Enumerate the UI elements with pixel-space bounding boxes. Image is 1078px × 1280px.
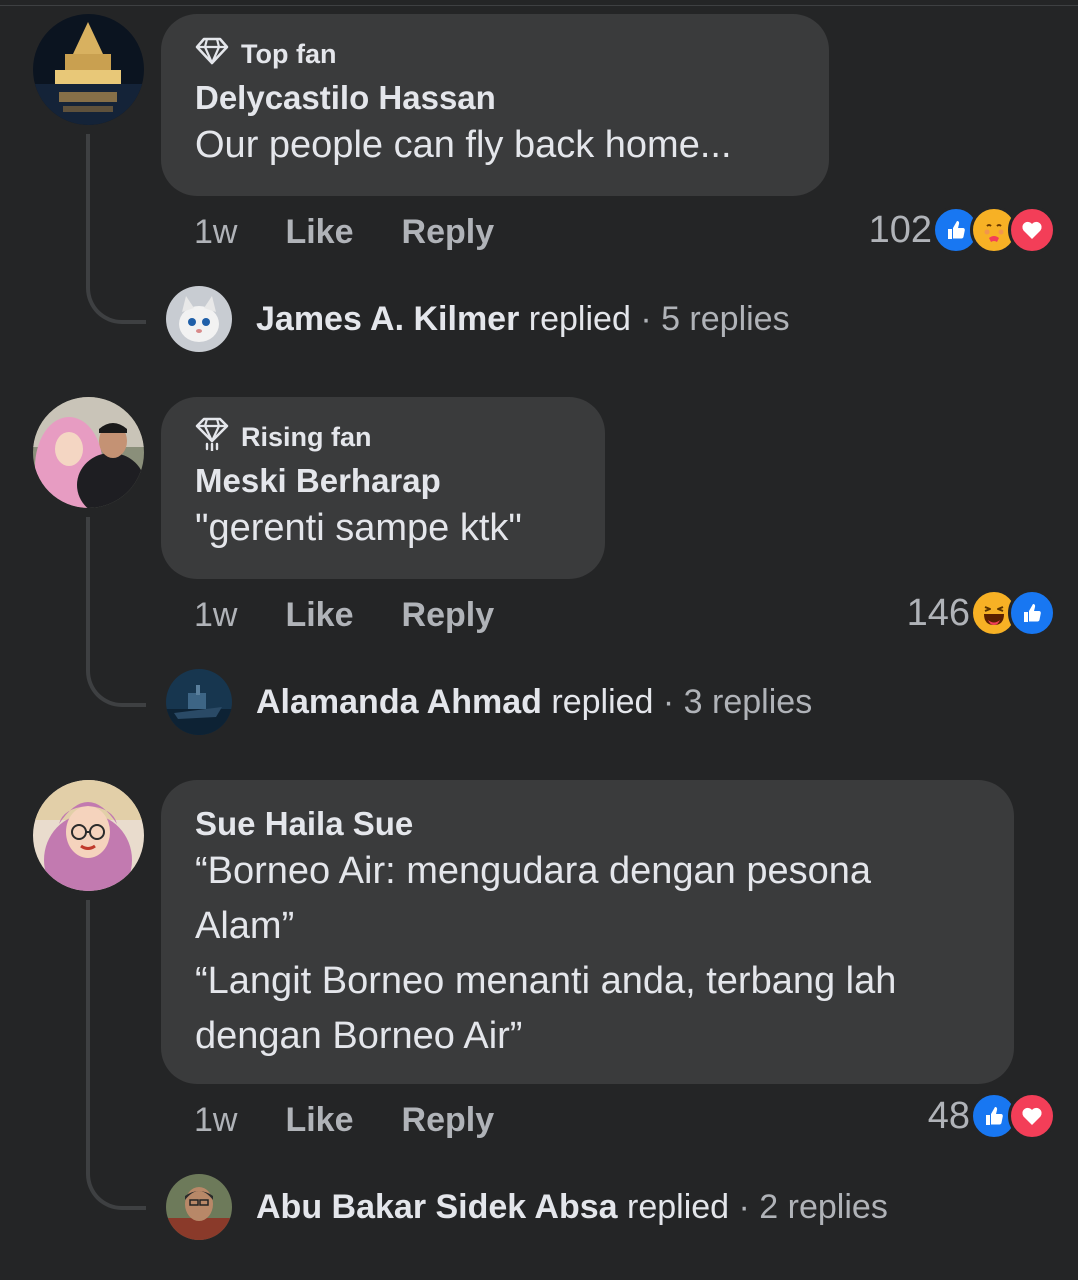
reply-button[interactable]: Reply	[402, 213, 495, 252]
reaction-count: 48	[927, 1094, 970, 1137]
comment-text: Our people can fly back home...	[195, 124, 732, 166]
top-fan-badge: Top fan	[195, 37, 796, 72]
reaction-count: 102	[868, 208, 932, 251]
reply-button[interactable]: Reply	[402, 596, 495, 635]
avatar[interactable]	[33, 397, 144, 508]
reactions-summary[interactable]: 48	[928, 1092, 1056, 1140]
comment-bubble[interactable]: Sue Haila Sue “Borneo Air: mengudara den…	[161, 780, 1014, 1084]
replied-label: replied	[627, 1187, 730, 1226]
reply-summary: Abu Bakar Sidek Absa replied · 2 replies	[256, 1188, 888, 1227]
reply-count[interactable]: · 5 replies	[640, 300, 789, 338]
reply-count[interactable]: · 2 replies	[739, 1188, 888, 1226]
thread-line	[86, 134, 146, 324]
reply-author[interactable]: James A. Kilmer	[256, 300, 519, 338]
comment-author[interactable]: Sue Haila Sue	[195, 804, 981, 844]
reactions-summary[interactable]: 146	[907, 589, 1056, 637]
comment-bubble[interactable]: Rising fan Meski Berharap "gerenti sampe…	[161, 397, 605, 579]
view-replies[interactable]: James A. Kilmer replied · 5 replies	[166, 286, 790, 352]
replied-label: replied	[551, 682, 654, 721]
reply-summary: Alamanda Ahmad replied · 3 replies	[256, 683, 812, 722]
comment-author[interactable]: Meski Berharap	[195, 461, 572, 501]
comment-text: "gerenti sampe ktk"	[195, 507, 522, 549]
reply-author[interactable]: Alamanda Ahmad	[256, 683, 542, 721]
comment-actions: 1w Like Reply	[194, 593, 542, 637]
love-reaction-icon	[1008, 1092, 1056, 1140]
love-reaction-icon	[1008, 206, 1056, 254]
comment-author[interactable]: Delycastilo Hassan	[195, 78, 796, 118]
view-replies[interactable]: Abu Bakar Sidek Absa replied · 2 replies	[166, 1174, 888, 1240]
reply-avatar	[166, 1174, 232, 1240]
thread-line	[86, 900, 146, 1210]
reply-count[interactable]: · 3 replies	[663, 683, 812, 721]
reply-avatar	[166, 669, 232, 735]
comment-text-line: “Borneo Air: mengudara dengan pesona	[195, 850, 872, 892]
like-reaction-icon	[1008, 589, 1056, 637]
reply-avatar	[166, 286, 232, 352]
reply-author[interactable]: Abu Bakar Sidek Absa	[256, 1188, 618, 1226]
comment-time[interactable]: 1w	[194, 213, 237, 252]
rising-diamond-icon	[195, 417, 241, 458]
badge-label: Rising fan	[241, 421, 372, 452]
reply-button[interactable]: Reply	[402, 1101, 495, 1140]
comment-text-line: “Langit Borneo menanti anda, terbang lah	[195, 960, 897, 1002]
thread-line	[86, 517, 146, 707]
reactions-summary[interactable]: 102	[869, 206, 1056, 254]
top-divider	[0, 5, 1078, 6]
diamond-icon	[195, 37, 241, 72]
view-replies[interactable]: Alamanda Ahmad replied · 3 replies	[166, 669, 812, 735]
like-button[interactable]: Like	[285, 1101, 353, 1140]
like-button[interactable]: Like	[285, 213, 353, 252]
avatar[interactable]	[33, 780, 144, 891]
comment-time[interactable]: 1w	[194, 1101, 237, 1140]
badge-label: Top fan	[241, 38, 337, 69]
reply-summary: James A. Kilmer replied · 5 replies	[256, 300, 790, 339]
comment-bubble[interactable]: Top fan Delycastilo Hassan Our people ca…	[161, 14, 829, 196]
rising-fan-badge: Rising fan	[195, 417, 572, 453]
comment-actions: 1w Like Reply	[194, 210, 542, 254]
avatar[interactable]	[33, 14, 144, 125]
comment-text-line: Alam”	[195, 905, 295, 947]
comment-time[interactable]: 1w	[194, 596, 237, 635]
reaction-count: 146	[906, 591, 970, 634]
comment-actions: 1w Like Reply	[194, 1098, 542, 1142]
comment-text-line: dengan Borneo Air”	[195, 1015, 523, 1057]
replied-label: replied	[528, 299, 631, 338]
like-button[interactable]: Like	[285, 596, 353, 635]
